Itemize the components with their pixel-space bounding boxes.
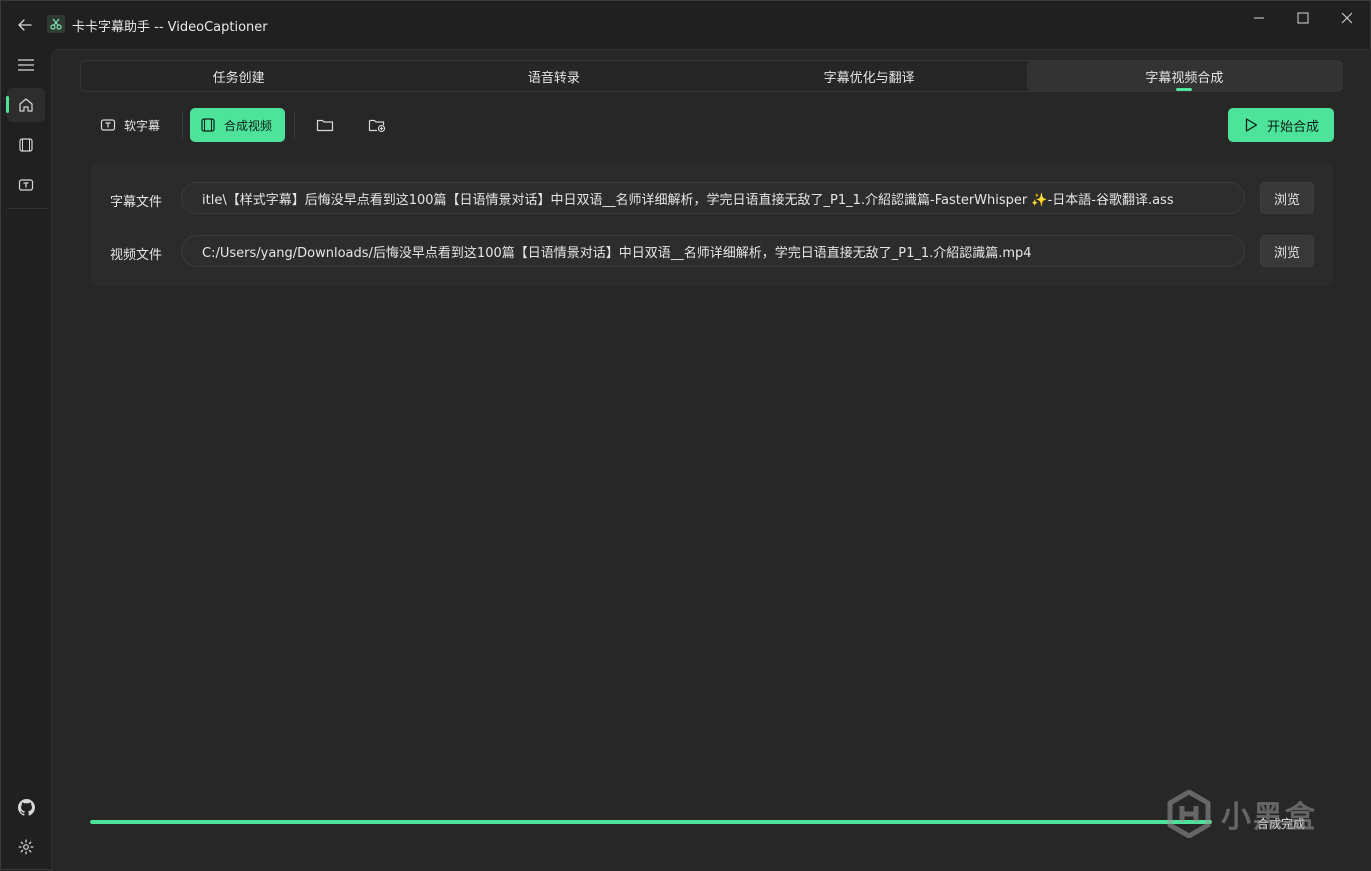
sidebar-item-subtitle[interactable] (7, 168, 45, 202)
heybox-logo-icon (1167, 790, 1211, 838)
back-button[interactable] (11, 11, 39, 39)
close-button[interactable] (1329, 3, 1365, 33)
browse-label: 浏览 (1273, 192, 1300, 208)
maximize-button[interactable] (1285, 3, 1321, 33)
subtitle-file-input[interactable]: itle\【样式字幕】后悔没早点看到这100篇【日语情景对话】中日双语__名师详… (181, 182, 1245, 214)
merge-video-label: 合成视频 (224, 118, 273, 133)
add-folder-button[interactable] (358, 108, 396, 142)
arrow-left-icon (18, 19, 32, 31)
tab-bar: 任务创建 语音转录 字幕优化与翻译 字幕视频合成 (80, 60, 1343, 92)
window-title: 卡卡字幕助手 -- VideoCaptioner (72, 20, 268, 35)
subtitle-file-path: itle\【样式字幕】后悔没早点看到这100篇【日语情景对话】中日双语__名师详… (202, 192, 1174, 208)
text-box-icon (100, 119, 116, 131)
text-box-icon (18, 179, 34, 191)
minimize-icon (1254, 17, 1264, 19)
tab-video-synthesis[interactable]: 字幕视频合成 (1026, 61, 1342, 91)
sidebar-item-github[interactable] (7, 790, 45, 824)
sidebar-divider (7, 208, 49, 209)
watermark-text: 小黑盒 (1221, 800, 1317, 835)
browse-video-button[interactable]: 浏览 (1260, 235, 1314, 267)
video-file-path: C:/Users/yang/Downloads/后悔没早点看到这100篇【日语情… (202, 245, 1032, 261)
tab-label: 字幕视频合成 (1145, 70, 1224, 86)
subtitle-file-label: 字幕文件 (110, 195, 163, 210)
sidebar-item-home[interactable] (7, 88, 45, 122)
toolbar-divider (182, 112, 183, 138)
progress-fill (90, 820, 1212, 824)
app-window: 卡卡字幕助手 -- VideoCaptioner 任务创建 语音转录 字幕优化与… (0, 0, 1371, 871)
tab-label: 任务创建 (212, 70, 265, 86)
gear-icon (18, 839, 34, 855)
sidebar-item-video[interactable] (7, 128, 45, 162)
soft-subtitle-label: 软字幕 (124, 118, 161, 133)
tab-active-indicator (1176, 88, 1193, 91)
sidebar-item-settings[interactable] (7, 830, 45, 864)
film-icon (201, 118, 215, 132)
progress-bar (90, 820, 1212, 824)
start-synthesis-label: 开始合成 (1266, 119, 1319, 135)
maximize-icon (1297, 12, 1309, 24)
tab-task-create[interactable]: 任务创建 (81, 61, 396, 91)
tab-optimize-translate[interactable]: 字幕优化与翻译 (712, 61, 1027, 91)
home-icon (19, 98, 33, 112)
hamburger-menu-icon (18, 59, 34, 71)
minimize-button[interactable] (1241, 3, 1277, 33)
toolbar-divider (294, 112, 295, 138)
open-folder-button[interactable] (306, 108, 344, 142)
film-icon (19, 138, 33, 152)
merge-video-button[interactable]: 合成视频 (190, 108, 285, 142)
watermark: 小黑盒 (1167, 790, 1317, 838)
video-file-label: 视频文件 (110, 248, 163, 263)
start-synthesis-button[interactable]: 开始合成 (1228, 108, 1334, 142)
file-selection-card: 字幕文件 itle\【样式字幕】后悔没早点看到这100篇【日语情景对话】中日双语… (91, 163, 1333, 286)
play-icon (1245, 118, 1258, 132)
sidebar-active-indicator (6, 96, 9, 113)
folder-icon (316, 119, 334, 132)
tab-label: 语音转录 (527, 70, 580, 86)
tab-label: 字幕优化与翻译 (823, 70, 915, 86)
app-logo-icon (47, 15, 65, 33)
folder-add-icon (368, 119, 386, 133)
browse-subtitle-button[interactable]: 浏览 (1260, 182, 1314, 214)
video-file-input[interactable]: C:/Users/yang/Downloads/后悔没早点看到这100篇【日语情… (181, 235, 1245, 267)
github-icon (17, 798, 35, 816)
browse-label: 浏览 (1273, 245, 1300, 261)
close-icon (1341, 12, 1353, 24)
title-bar: 卡卡字幕助手 -- VideoCaptioner (1, 1, 1370, 49)
soft-subtitle-button[interactable]: 软字幕 (90, 108, 170, 142)
tab-transcribe[interactable]: 语音转录 (396, 61, 711, 91)
menu-toggle-button[interactable] (7, 48, 45, 82)
main-panel: 任务创建 语音转录 字幕优化与翻译 字幕视频合成 软字幕 合成视频 开始合成 字… (51, 49, 1371, 871)
